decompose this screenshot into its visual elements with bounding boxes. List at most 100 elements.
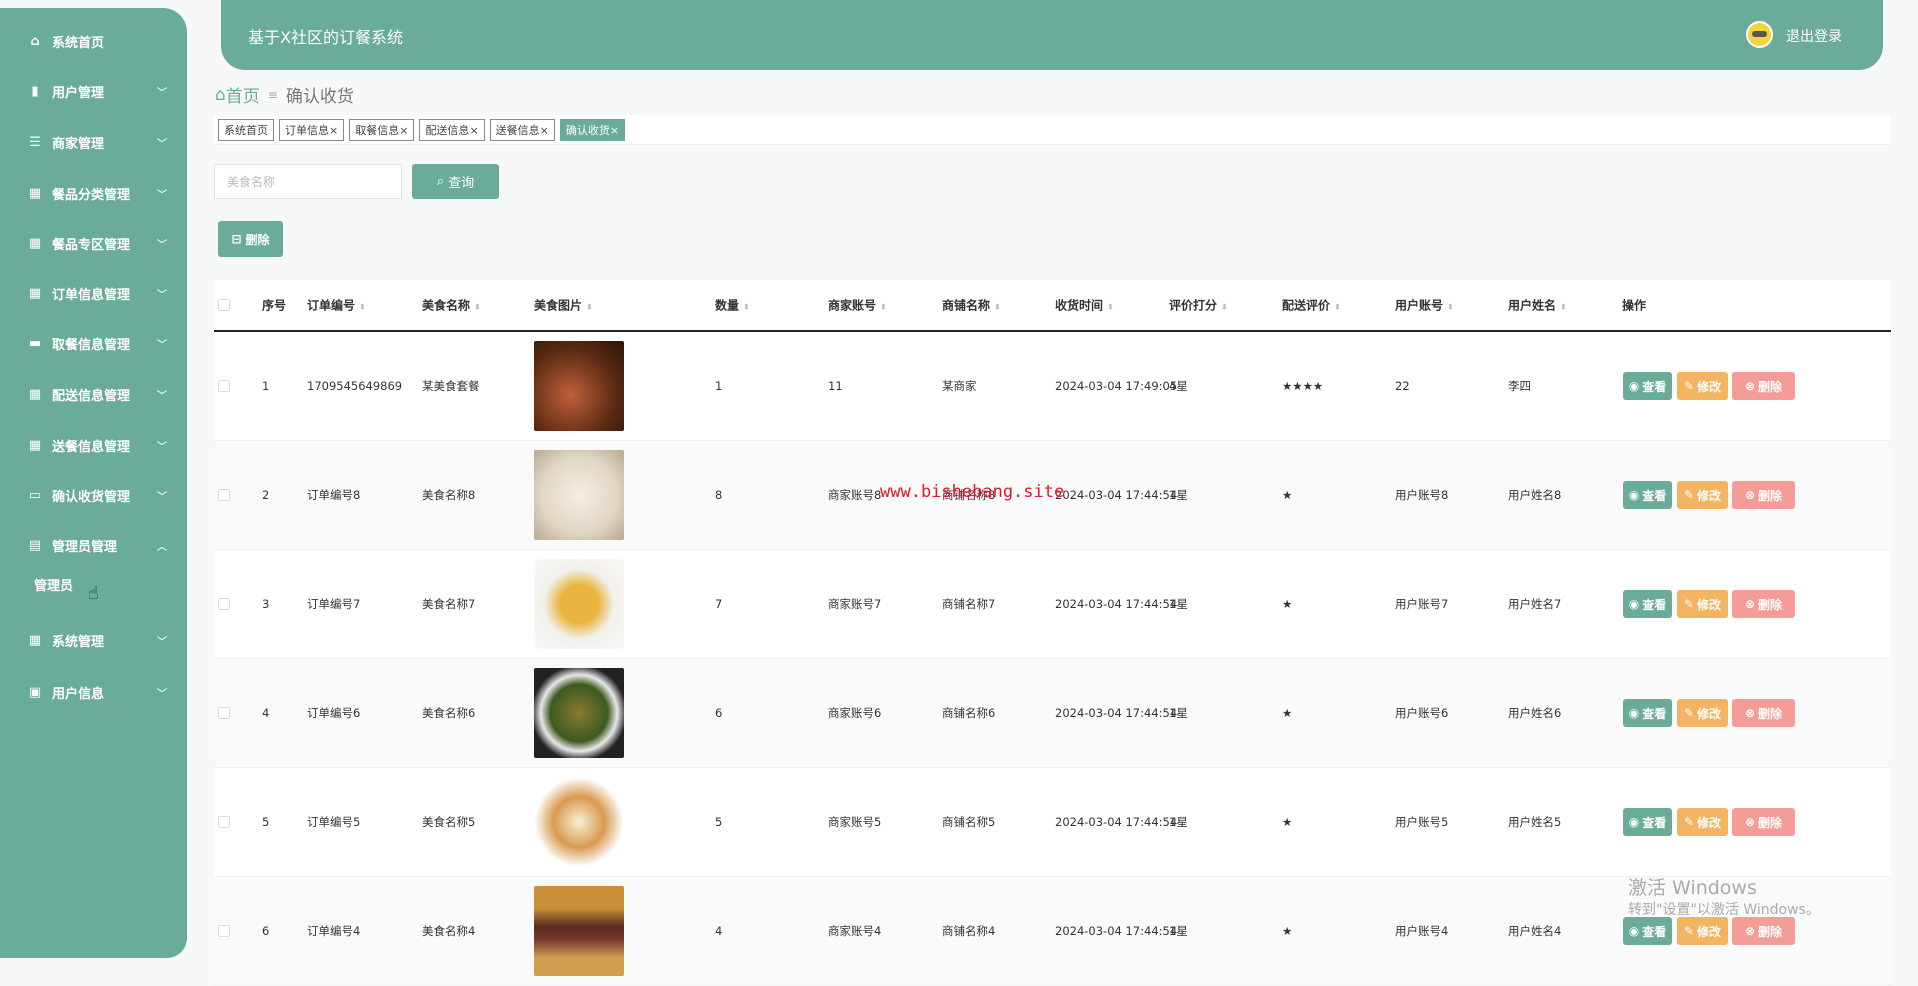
delete-button[interactable]: ⊗ 删除 [1732,917,1795,945]
close-icon[interactable]: × [540,124,549,137]
sidebar-item[interactable]: ▦ 配送信息管理 ﹀ [0,374,187,414]
grid-icon: ▦ [28,235,42,251]
table-cell: 美食名称4 [422,924,476,938]
tab-tag[interactable]: 确认收货× [559,118,626,141]
close-icon[interactable]: × [329,124,338,137]
delete-button[interactable]: ⊗ 删除 [1732,590,1795,618]
breadcrumb-home[interactable]: 首页 [226,82,260,107]
column-header[interactable]: 订单编号 ⬍ [307,297,366,314]
view-button[interactable]: ◉ 查看 [1623,590,1672,618]
sort-icon[interactable]: ⬍ [743,303,750,312]
table-row: 5 订单编号5 美食名称5 5 商家账号5 商铺名称5 2024-03-04 17:44:5… [214,768,1891,877]
sort-icon[interactable]: ⬍ [1334,303,1341,312]
column-header[interactable]: 用户账号 ⬍ [1395,297,1454,314]
edit-button[interactable]: ✎ 修改 [1677,699,1728,727]
sidebar-item[interactable]: ▦ 餐品专区管理 ﹀ [0,223,187,263]
column-header[interactable]: 美食图片 ⬍ [534,297,593,314]
view-button[interactable]: ◉ 查看 [1623,808,1672,836]
column-header-label: 收货时间 [1055,298,1104,313]
view-icon: ◉ [1628,488,1640,502]
delete-button[interactable]: ⊗ 删除 [1732,699,1795,727]
row-checkbox[interactable] [218,489,230,501]
sidebar-item[interactable]: ⌂ 系统首页 [0,21,187,61]
view-button[interactable]: ◉ 查看 [1623,917,1672,945]
view-button[interactable]: ◉ 查看 [1623,699,1672,727]
sort-icon[interactable]: ⬍ [359,303,366,312]
query-button[interactable]: ⌕ 查询 [412,164,499,199]
box-icon: ▭ [28,487,42,503]
edit-button[interactable]: ✎ 修改 [1677,481,1728,509]
column-header[interactable]: 商家账号 ⬍ [828,297,887,314]
sort-icon[interactable]: ⬍ [1560,303,1567,312]
sort-icon[interactable]: ⬍ [1447,303,1454,312]
chevron-icon: ﹀ [157,289,167,301]
row-checkbox[interactable] [218,598,230,610]
close-icon[interactable]: × [610,124,619,137]
column-header[interactable]: 收货时间 ⬍ [1055,297,1114,314]
table-cell: 用户姓名6 [1508,706,1562,720]
sort-icon[interactable]: ⬍ [1107,303,1114,312]
sort-icon[interactable]: ⬍ [586,303,593,312]
table-cell: 8 [715,488,723,502]
top-header: 基于X社区的订餐系统 退出登录 [221,0,1883,70]
sidebar-item[interactable]: ☰ 商家管理 ﹀ [0,122,187,162]
close-icon[interactable]: × [469,124,478,137]
edit-button-label: 修改 [1697,597,1722,612]
column-header[interactable]: 美食名称 ⬍ [422,297,481,314]
delete-button[interactable]: ⊗ 删除 [1732,372,1795,400]
column-header[interactable]: 用户姓名 ⬍ [1508,297,1567,314]
table-cell: 4 [715,924,723,938]
tab-tag[interactable]: 订单信息× [279,118,345,141]
table-cell: 2024-03-04 17:44:54 [1055,815,1178,829]
tab-tag[interactable]: 系统首页 [218,118,274,141]
select-all-checkbox[interactable] [218,299,230,311]
edit-button[interactable]: ✎ 修改 [1677,808,1728,836]
logout-link[interactable]: 退出登录 [1786,26,1842,46]
sidebar-item[interactable]: ▬ 取餐信息管理 ﹀ [0,323,187,363]
sidebar-item[interactable]: ▦ 系统管理 ﹀ [0,620,187,660]
sidebar-item[interactable]: ▦ 餐品分类管理 ﹀ [0,173,187,213]
column-header[interactable]: 数量 ⬍ [715,297,750,314]
chevron-icon: ﹀ [157,138,167,150]
sidebar-item[interactable]: ▭ 确认收货管理 ﹀ [0,475,187,515]
sort-icon[interactable]: ⬍ [474,303,481,312]
delete-button[interactable]: ⊗ 删除 [1732,808,1795,836]
tab-tag[interactable]: 送餐信息× [489,118,555,141]
sort-icon[interactable]: ⬍ [880,303,887,312]
tab-tag[interactable]: 配送信息× [419,118,485,141]
sidebar-item[interactable]: ▣ 用户信息 ﹀ [0,672,187,712]
food-image [534,559,624,649]
row-checkbox[interactable] [218,380,230,392]
row-checkbox[interactable] [218,925,230,937]
sort-icon[interactable]: ⬍ [994,303,1001,312]
sidebar-item[interactable]: ▦ 送餐信息管理 ﹀ [0,425,187,465]
view-button[interactable]: ◉ 查看 [1623,372,1672,400]
sidebar-item-label: 送餐信息管理 [52,439,131,455]
sidebar-item[interactable]: ▦ 订单信息管理 ﹀ [0,273,187,313]
table-cell: ★★★★ [1282,379,1324,393]
row-checkbox[interactable] [218,707,230,719]
column-header[interactable]: 配送评价 ⬍ [1282,297,1341,314]
view-button[interactable]: ◉ 查看 [1623,481,1672,509]
delete-button[interactable]: ⊗ 删除 [1732,481,1795,509]
column-header[interactable]: 商铺名称 ⬍ [942,297,1001,314]
edit-button[interactable]: ✎ 修改 [1677,372,1728,400]
edit-button[interactable]: ✎ 修改 [1677,590,1728,618]
close-icon[interactable]: × [399,124,408,137]
food-name-search-input[interactable] [214,164,402,199]
sidebar-item[interactable]: ▤ 管理员管理 ︿ [0,525,187,565]
sidebar-subitem-admin[interactable]: 管理员 [34,575,73,594]
batch-delete-button[interactable]: ⊟ 删除 [218,221,283,257]
sidebar-item-label: 餐品分类管理 [52,187,131,203]
sidebar-item[interactable]: ▮ 用户管理 ﹀ [0,71,187,111]
edit-button[interactable]: ✎ 修改 [1677,917,1728,945]
tab-tag[interactable]: 取餐信息× [349,118,415,141]
column-header[interactable]: 评价打分 ⬍ [1169,297,1228,314]
table-cell: 用户账号5 [1395,815,1449,829]
sort-icon[interactable]: ⬍ [1221,303,1228,312]
table-cell: 11 [828,379,843,393]
row-checkbox[interactable] [218,816,230,828]
avatar[interactable] [1746,21,1773,48]
edit-button-label: 修改 [1697,924,1722,939]
delete-icon: ⊗ [1744,379,1756,393]
